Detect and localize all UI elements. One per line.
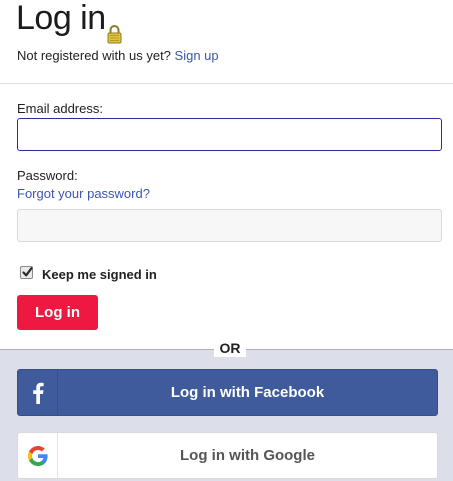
forgot-password-link[interactable]: Forgot your password? <box>17 186 150 202</box>
keep-signed-in-label: Keep me signed in <box>42 267 157 282</box>
lock-icon <box>107 11 122 44</box>
password-label: Password: <box>17 168 78 183</box>
google-login-button[interactable]: Log in with Google <box>17 432 438 479</box>
facebook-login-label: Log in with Facebook <box>170 384 325 401</box>
checkmark-icon <box>22 266 33 276</box>
login-button[interactable]: Log in <box>17 295 98 330</box>
email-field[interactable] <box>17 118 442 151</box>
google-icon-box <box>18 433 58 478</box>
facebook-icon-box <box>18 370 58 415</box>
signup-link[interactable]: Sign up <box>175 48 219 63</box>
signup-prompt-text: Not registered with us yet? <box>17 48 171 63</box>
page-title-row: Log in <box>16 0 122 44</box>
keep-signed-in-row: Keep me signed in <box>20 262 157 282</box>
facebook-login-button[interactable]: Log in with Facebook <box>17 369 438 416</box>
keep-signed-in-checkbox[interactable] <box>20 265 33 279</box>
google-icon <box>27 445 48 466</box>
google-login-label: Log in with Google <box>180 447 315 464</box>
facebook-icon <box>32 382 44 404</box>
email-label: Email address: <box>17 101 103 116</box>
divider <box>0 83 453 84</box>
password-field[interactable] <box>17 209 442 242</box>
or-separator: OR <box>214 339 246 357</box>
login-panel: Log in Not registered with us yet? Sign … <box>0 0 453 349</box>
page-title: Log in <box>16 0 106 37</box>
signup-prompt: Not registered with us yet? Sign up <box>17 47 219 64</box>
